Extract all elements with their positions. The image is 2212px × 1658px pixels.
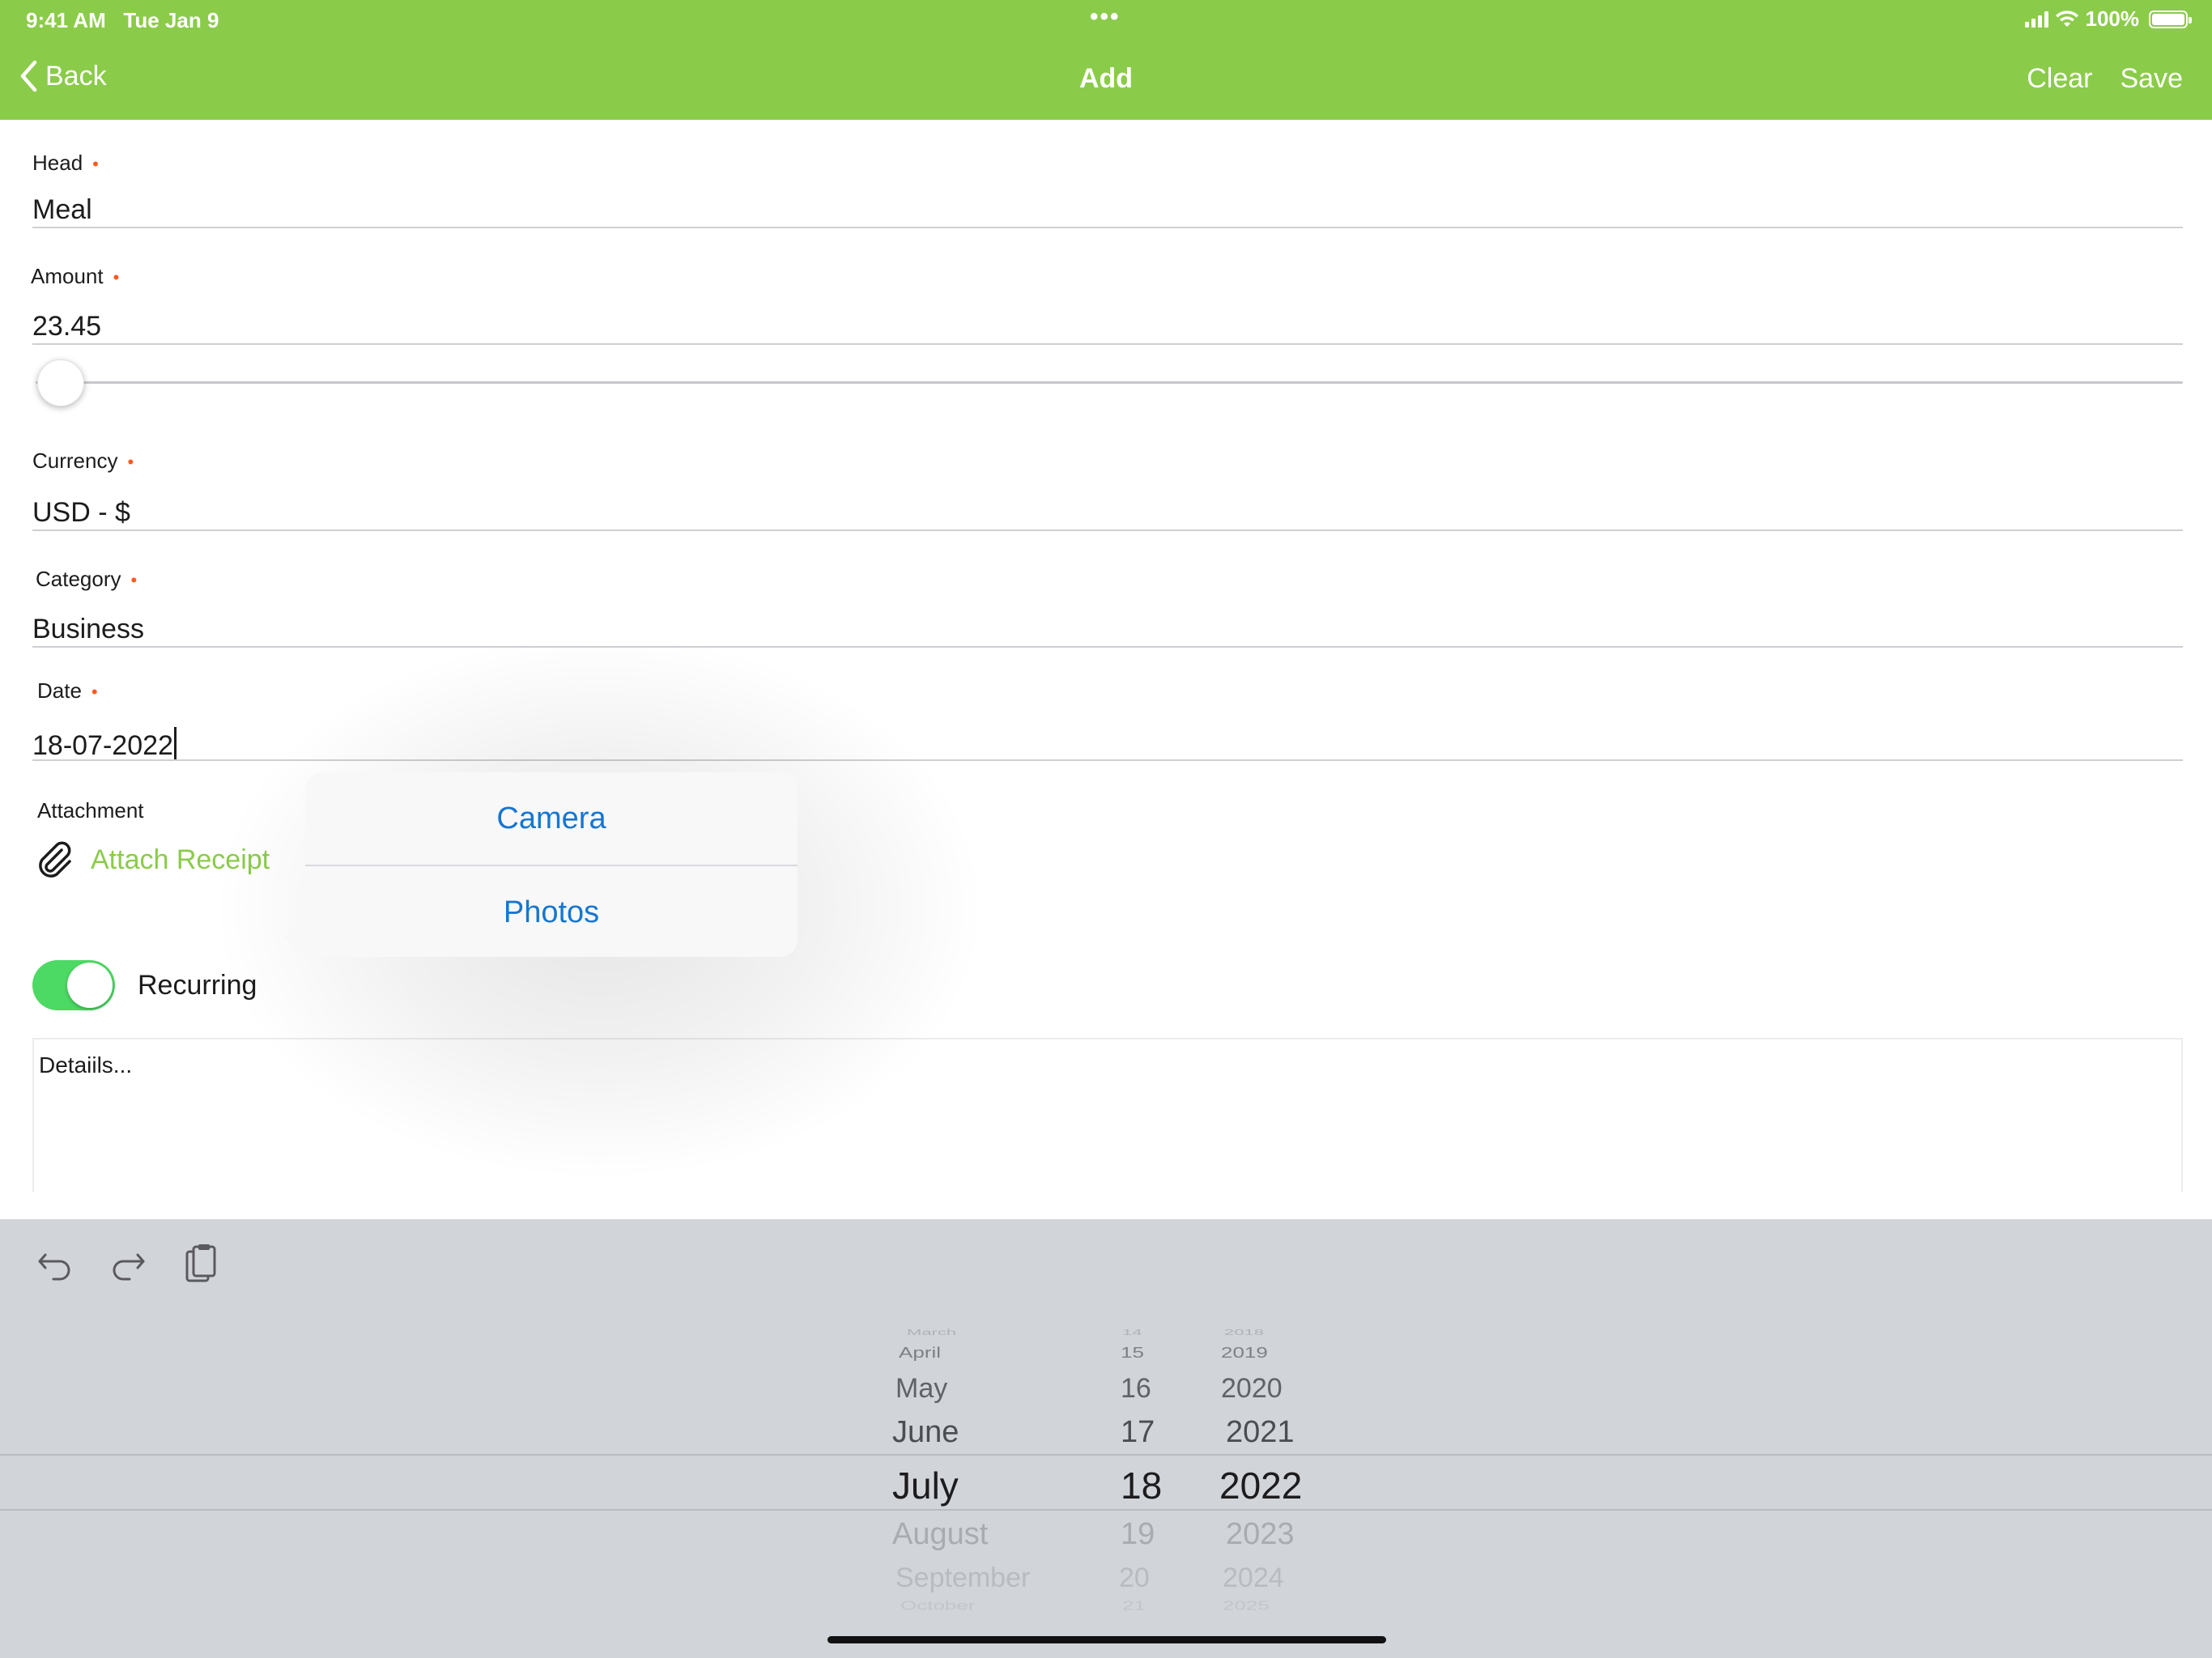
status-clock: 9:41 AM bbox=[26, 8, 106, 32]
picker-day[interactable]: 17 bbox=[1121, 1415, 1155, 1450]
status-indicators: 100% bbox=[2024, 6, 2192, 32]
head-label-text: Head bbox=[32, 151, 83, 175]
chevron-left-icon bbox=[20, 60, 37, 92]
picker-year[interactable]: 2023 bbox=[1226, 1517, 1295, 1552]
home-indicator[interactable] bbox=[827, 1636, 1386, 1643]
picker-year[interactable]: 2021 bbox=[1226, 1415, 1295, 1450]
undo-icon bbox=[38, 1253, 70, 1281]
paperclip-icon bbox=[39, 841, 71, 878]
details-placeholder: Detaiils... bbox=[39, 1052, 133, 1078]
category-field[interactable]: Business bbox=[32, 614, 144, 645]
popover-arrow bbox=[283, 920, 306, 955]
amount-field[interactable]: 23.45 bbox=[32, 311, 101, 342]
picker-month[interactable]: March bbox=[907, 1328, 956, 1337]
camera-option[interactable]: Camera bbox=[305, 772, 798, 865]
picker-year[interactable]: 2019 bbox=[1221, 1344, 1268, 1362]
category-underline bbox=[32, 646, 2183, 648]
picker-day[interactable]: 15 bbox=[1121, 1344, 1144, 1362]
shortcut-bar bbox=[32, 1242, 223, 1287]
picker-day-selected[interactable]: 18 bbox=[1121, 1464, 1162, 1507]
currency-label-text: Currency bbox=[32, 449, 118, 473]
picker-month[interactable]: September bbox=[895, 1562, 1030, 1594]
status-time: 9:41 AM Tue Jan 9 bbox=[26, 8, 219, 33]
toggle-knob bbox=[67, 963, 113, 1008]
text-cursor bbox=[173, 727, 177, 759]
app-screen: 9:41 AM Tue Jan 9 ••• 100% Back Add Clea… bbox=[0, 0, 2212, 1658]
head-field[interactable]: Meal bbox=[32, 194, 92, 226]
picker-day[interactable]: 21 bbox=[1122, 1598, 1146, 1613]
required-marker: • bbox=[91, 682, 98, 702]
date-field[interactable]: 18-07-2022 bbox=[32, 727, 177, 762]
undo-button[interactable] bbox=[32, 1242, 78, 1287]
picker-selection-band bbox=[0, 1454, 2212, 1511]
picker-year[interactable]: 2025 bbox=[1223, 1598, 1270, 1613]
picker-year[interactable]: 2024 bbox=[1223, 1562, 1284, 1594]
battery-icon bbox=[2149, 10, 2192, 28]
picker-month[interactable]: April bbox=[899, 1344, 941, 1362]
recurring-toggle[interactable] bbox=[32, 960, 115, 1010]
date-value: 18-07-2022 bbox=[32, 730, 173, 761]
category-label-text: Category bbox=[36, 567, 121, 591]
amount-label-text: Amount bbox=[31, 264, 104, 288]
input-accessory-area bbox=[0, 1219, 2212, 1658]
amount-slider-track[interactable] bbox=[36, 381, 2183, 384]
date-label: Date • bbox=[37, 678, 98, 704]
picker-day[interactable]: 14 bbox=[1122, 1328, 1142, 1337]
required-marker: • bbox=[127, 452, 134, 472]
attachment-label: Attachment bbox=[37, 798, 144, 823]
status-date: Tue Jan 9 bbox=[123, 8, 219, 32]
redo-button[interactable] bbox=[105, 1242, 151, 1287]
currency-field[interactable]: USD - $ bbox=[32, 497, 130, 529]
category-label: Category • bbox=[36, 567, 137, 592]
picker-year[interactable]: 2018 bbox=[1224, 1328, 1264, 1337]
battery-percent: 100% bbox=[2085, 6, 2140, 31]
required-marker: • bbox=[113, 267, 120, 287]
paste-button[interactable] bbox=[178, 1242, 223, 1287]
date-label-text: Date bbox=[37, 678, 82, 703]
save-button[interactable]: Save bbox=[2121, 63, 2184, 95]
multitasking-dots[interactable]: ••• bbox=[1090, 3, 1121, 31]
picker-day[interactable]: 19 bbox=[1121, 1517, 1155, 1552]
nav-bar: 9:41 AM Tue Jan 9 ••• 100% Back Add Clea… bbox=[0, 0, 2212, 120]
picker-month[interactable]: June bbox=[892, 1415, 959, 1450]
picker-month-selected[interactable]: July bbox=[892, 1464, 959, 1507]
picker-day[interactable]: 16 bbox=[1121, 1373, 1151, 1405]
clipboard-icon bbox=[185, 1244, 216, 1282]
picker-month[interactable]: October bbox=[900, 1598, 976, 1613]
picker-year[interactable]: 2020 bbox=[1221, 1373, 1283, 1405]
back-button[interactable]: Back bbox=[19, 60, 107, 92]
amount-underline bbox=[32, 343, 2183, 345]
amount-label: Amount • bbox=[31, 264, 119, 289]
head-label: Head • bbox=[32, 151, 99, 176]
currency-label: Currency • bbox=[32, 449, 134, 474]
clear-button[interactable]: Clear bbox=[2027, 63, 2092, 95]
page-title: Add bbox=[1078, 63, 1134, 94]
currency-underline bbox=[32, 529, 2183, 531]
picker-day[interactable]: 20 bbox=[1119, 1562, 1150, 1594]
amount-slider-thumb[interactable] bbox=[37, 359, 84, 406]
required-marker: • bbox=[130, 570, 138, 590]
attachment-source-popover: Camera Photos bbox=[305, 772, 798, 957]
wifi-icon bbox=[2055, 10, 2078, 27]
picker-year-selected[interactable]: 2022 bbox=[1219, 1464, 1302, 1507]
head-underline bbox=[32, 227, 2183, 228]
required-marker: • bbox=[92, 154, 99, 174]
redo-icon bbox=[113, 1253, 145, 1281]
cellular-signal-icon bbox=[2024, 11, 2048, 28]
back-label: Back bbox=[45, 60, 107, 91]
picker-month[interactable]: August bbox=[892, 1517, 988, 1552]
photos-option[interactable]: Photos bbox=[305, 866, 798, 957]
picker-month[interactable]: May bbox=[895, 1373, 947, 1405]
